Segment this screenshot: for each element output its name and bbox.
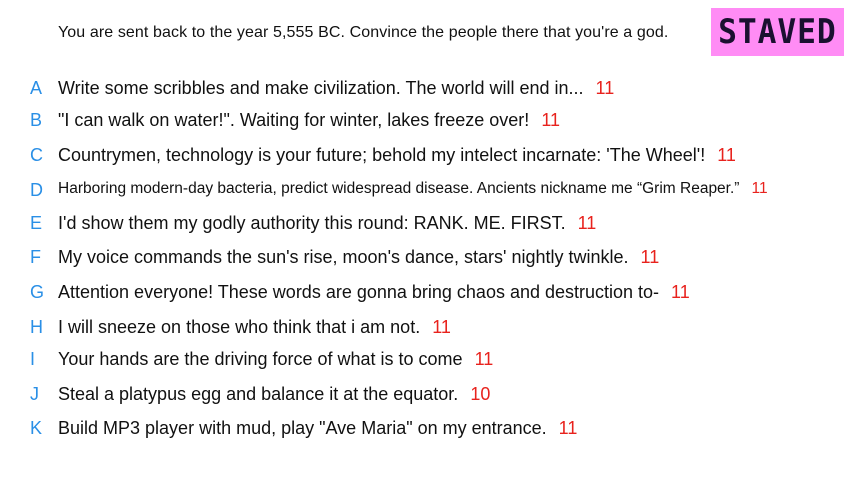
answer-score: 11 [558, 418, 578, 438]
answer-letter: F [30, 247, 41, 267]
answer-score: 11 [432, 317, 451, 337]
answer-score: 11 [474, 349, 494, 369]
answer-score: 11 [595, 78, 615, 98]
answer-text: Build MP3 player with mud, play "Ave Mar… [58, 418, 578, 438]
answer-letter: G [30, 282, 45, 302]
answer-text: Harboring modern-day bacteria, predict w… [58, 180, 768, 197]
answer-text: Attention everyone! These words are gonn… [58, 282, 690, 302]
badge-label: STAVED [718, 12, 837, 52]
prompt-text: You are sent back to the year 5,555 BC. … [58, 24, 669, 41]
answer-text: I will sneeze on those who think that i … [58, 317, 451, 337]
answer-text: My voice commands the sun's rise, moon's… [58, 247, 660, 267]
answer-text: I'd show them my godly authority this ro… [58, 213, 597, 233]
answer-letter: A [30, 78, 43, 98]
answer-text: Write some scribbles and make civilizati… [58, 78, 615, 98]
answer-text: Steal a platypus egg and balance it at t… [58, 384, 491, 404]
answer-letter: E [30, 213, 43, 233]
answer-letter: K [30, 418, 43, 438]
answer-letter: H [30, 317, 43, 337]
answer-score: 11 [717, 145, 736, 165]
answer-score: 11 [541, 110, 560, 130]
answer-letter: I [30, 349, 36, 369]
answer-text: Countrymen, technology is your future; b… [58, 145, 736, 165]
answer-text: "I can walk on water!". Waiting for wint… [58, 110, 560, 130]
staved-badge: STAVED [711, 8, 844, 56]
answer-text: Your hands are the driving force of what… [58, 349, 494, 369]
answer-score: 11 [640, 247, 660, 267]
answer-score: 11 [577, 213, 597, 233]
answer-letter: B [30, 110, 43, 130]
answer-score: 11 [751, 180, 768, 197]
answer-letter: D [30, 180, 43, 200]
answer-letter: C [30, 145, 43, 165]
answer-score: 10 [470, 384, 491, 404]
answer-letter: J [30, 384, 39, 404]
answer-score: 11 [671, 282, 690, 302]
